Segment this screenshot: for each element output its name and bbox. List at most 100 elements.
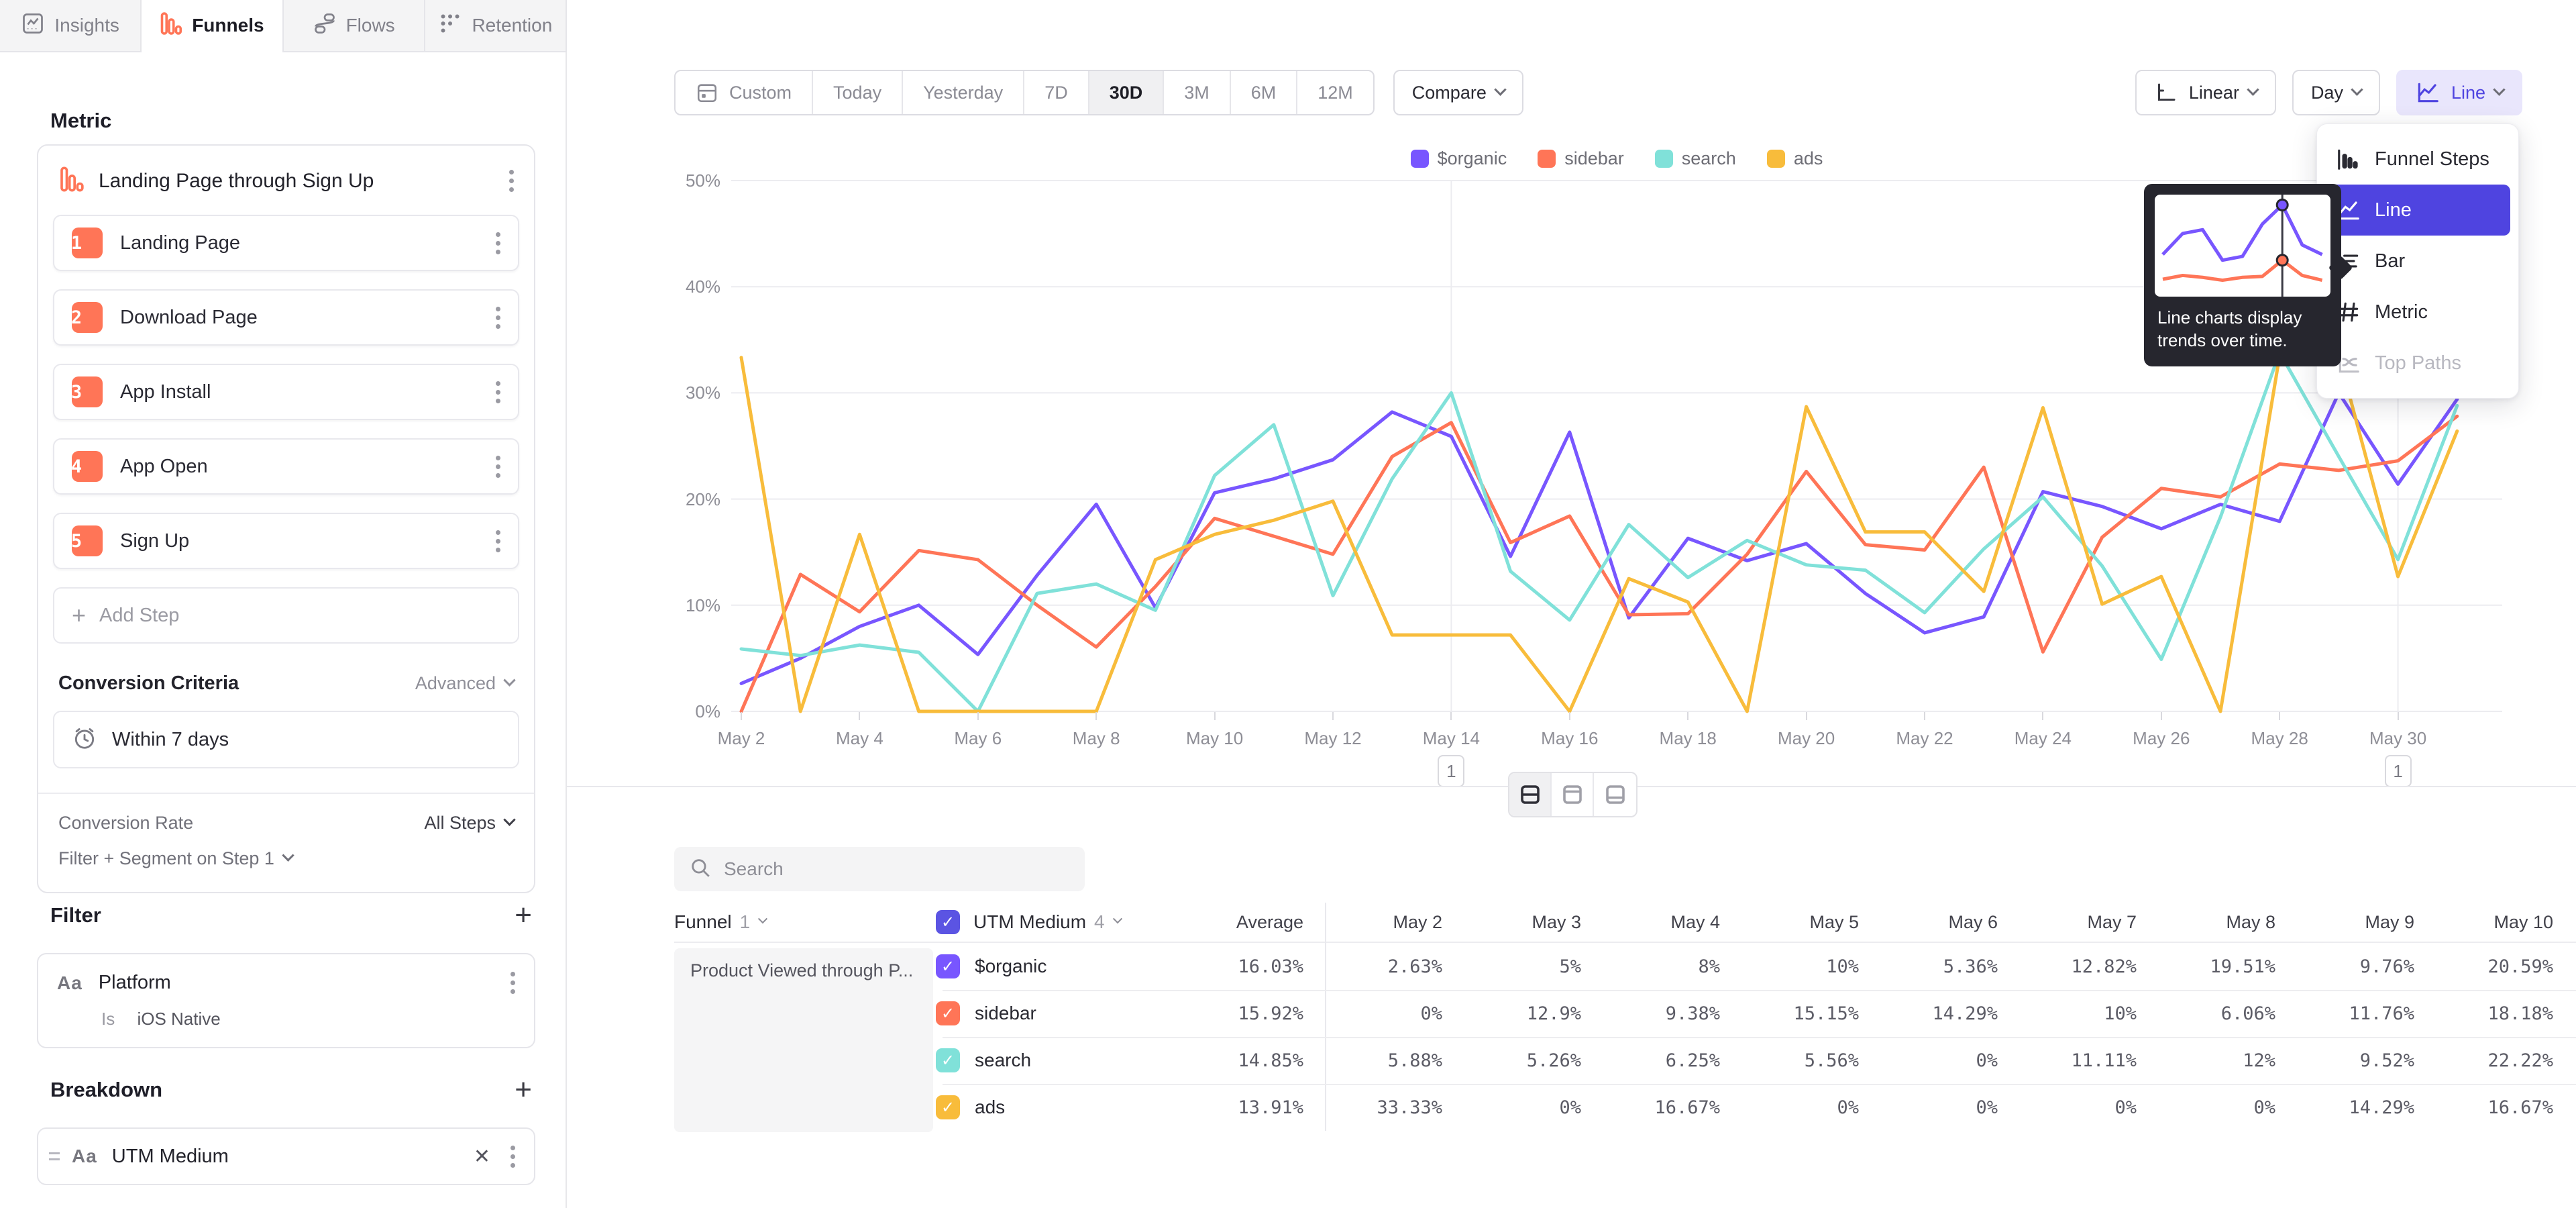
average-column-header[interactable]: Average bbox=[1157, 912, 1325, 933]
dropdown-item-bar[interactable]: Bar bbox=[2325, 236, 2510, 287]
funnel-metric-card: Landing Page through Sign Up 1 Landing P… bbox=[37, 144, 535, 893]
range-7d[interactable]: 7D bbox=[1024, 71, 1089, 114]
advanced-dropdown[interactable]: Advanced bbox=[415, 673, 514, 694]
range-today[interactable]: Today bbox=[813, 71, 903, 114]
funnel-step-3[interactable]: 3 App Install bbox=[53, 364, 519, 420]
range-3m[interactable]: 3M bbox=[1164, 71, 1231, 114]
step-menu-kebab-icon[interactable] bbox=[496, 530, 500, 552]
date-column-header: May 4 bbox=[1603, 912, 1741, 933]
x-axis-tick bbox=[977, 712, 979, 720]
range-30d[interactable]: 30D bbox=[1089, 71, 1165, 114]
funnel-metric-header[interactable]: Landing Page through Sign Up bbox=[38, 146, 534, 215]
legend-item[interactable]: search bbox=[1655, 148, 1736, 169]
step-label: Sign Up bbox=[120, 530, 496, 552]
view-tabs: Insights Funnels Flows Retention bbox=[0, 0, 567, 52]
scale-linear-button[interactable]: Linear bbox=[2135, 70, 2276, 115]
compare-button[interactable]: Compare bbox=[1393, 70, 1523, 115]
tab-funnels[interactable]: Funnels bbox=[142, 0, 283, 51]
search-input[interactable] bbox=[724, 858, 1070, 880]
y-axis-tick-label: 20% bbox=[660, 489, 720, 510]
conversion-criteria-title: Conversion Criteria bbox=[58, 672, 415, 695]
drag-handle-icon[interactable] bbox=[49, 1152, 60, 1160]
cell-value: 11.76% bbox=[2297, 1003, 2436, 1024]
table-row[interactable]: ✓$organic 16.03% 2.63% 5% 8% 10% 5.36% 1… bbox=[674, 943, 2576, 990]
funnel-step-4[interactable]: 4 App Open bbox=[53, 438, 519, 495]
series-checkbox[interactable]: ✓ bbox=[936, 954, 960, 978]
add-breakdown-button[interactable]: + bbox=[515, 1080, 532, 1100]
x-axis-tick-label: May 18 bbox=[1641, 728, 1735, 749]
x-axis-tick-label: May 22 bbox=[1878, 728, 1972, 749]
series-line-search bbox=[741, 352, 2457, 711]
conversion-window-button[interactable]: Within 7 days bbox=[53, 711, 519, 768]
cell-value: 18.18% bbox=[2436, 1003, 2575, 1024]
table-row[interactable]: ✓sidebar 15.92% 0% 12.9% 9.38% 15.15% 14… bbox=[674, 990, 2576, 1037]
step-menu-kebab-icon[interactable] bbox=[496, 307, 500, 329]
legend-item[interactable]: $organic bbox=[1411, 148, 1507, 169]
cell-value: 0% bbox=[2158, 1097, 2297, 1118]
breakdown-column-header[interactable]: ✓ UTM Medium 4 bbox=[936, 910, 1157, 934]
layout-columns-split-toggle[interactable] bbox=[1552, 773, 1594, 816]
x-axis-tick-label: May 30 bbox=[2351, 728, 2445, 749]
range-12m[interactable]: 12M bbox=[1297, 71, 1373, 114]
line-chart-icon bbox=[2415, 80, 2440, 105]
filter-operator[interactable]: Is bbox=[101, 1009, 115, 1029]
annotation-badge[interactable]: 1 bbox=[2385, 755, 2412, 787]
breakdown-menu-kebab-icon[interactable] bbox=[511, 1146, 515, 1168]
step-menu-kebab-icon[interactable] bbox=[496, 456, 500, 478]
legend-item[interactable]: sidebar bbox=[1538, 148, 1624, 169]
add-step-button[interactable]: + Add Step bbox=[53, 587, 519, 644]
table-row[interactable]: ✓search 14.85% 5.88% 5.26% 6.25% 5.56% 0… bbox=[674, 1037, 2576, 1084]
x-axis-tick-label: May 2 bbox=[694, 728, 788, 749]
conversion-window-value: Within 7 days bbox=[112, 729, 229, 751]
cell-value: 16.67% bbox=[2436, 1097, 2575, 1118]
filter-menu-kebab-icon[interactable] bbox=[511, 972, 515, 994]
dropdown-item-line[interactable]: Line bbox=[2325, 185, 2510, 236]
x-axis-tick bbox=[1806, 712, 1807, 720]
table-row[interactable]: ✓ads 13.91% 33.33% 0% 16.67% 0% 0% 0% 0%… bbox=[674, 1084, 2576, 1131]
row-separator bbox=[943, 990, 2576, 991]
all-steps-dropdown[interactable]: All Steps bbox=[424, 813, 514, 834]
chevron-down-icon bbox=[282, 849, 294, 861]
series-checkbox[interactable]: ✓ bbox=[936, 1001, 960, 1025]
funnel-step-2[interactable]: 2 Download Page bbox=[53, 289, 519, 346]
series-checkbox[interactable]: ✓ bbox=[936, 1095, 960, 1119]
remove-breakdown-icon[interactable]: ✕ bbox=[474, 1145, 490, 1168]
cell-value: 14.29% bbox=[1880, 1003, 2019, 1024]
filter-segment-dropdown[interactable]: Filter + Segment on Step 1 bbox=[38, 836, 534, 892]
dropdown-item-funnel-steps[interactable]: Funnel Steps bbox=[2325, 134, 2510, 185]
annotation-badge[interactable]: 1 bbox=[1438, 755, 1464, 787]
chart-controls: Custom Today Yesterday 7D 30D 3M 6M 12M … bbox=[674, 70, 2522, 115]
step-menu-kebab-icon[interactable] bbox=[496, 232, 500, 254]
add-filter-button[interactable]: + bbox=[515, 905, 532, 925]
select-all-checkbox[interactable]: ✓ bbox=[936, 910, 960, 934]
funnel-menu-kebab-icon[interactable] bbox=[509, 170, 514, 192]
tab-retention[interactable]: Retention bbox=[425, 0, 566, 51]
chevron-down-icon bbox=[503, 674, 515, 686]
range-yesterday[interactable]: Yesterday bbox=[903, 71, 1024, 114]
dropdown-item-metric[interactable]: Metric bbox=[2325, 287, 2510, 338]
tab-insights[interactable]: Insights bbox=[0, 0, 142, 51]
layout-bottom-drawer-toggle[interactable] bbox=[1594, 773, 1636, 816]
filter-value[interactable]: iOS Native bbox=[137, 1009, 220, 1029]
range-custom[interactable]: Custom bbox=[676, 71, 813, 114]
series-checkbox[interactable]: ✓ bbox=[936, 1048, 960, 1072]
range-6m[interactable]: 6M bbox=[1231, 71, 1298, 114]
funnel-name-cell[interactable]: Product Viewed through P... bbox=[674, 948, 933, 1132]
breakdown-section-title: Breakdown bbox=[50, 1078, 515, 1102]
step-menu-kebab-icon[interactable] bbox=[496, 381, 500, 403]
tooltip-mini-chart bbox=[2155, 195, 2330, 297]
filter-platform-card[interactable]: Aa Platform Is iOS Native bbox=[37, 953, 535, 1048]
granularity-day-button[interactable]: Day bbox=[2292, 70, 2380, 115]
legend-item[interactable]: ads bbox=[1767, 148, 1823, 169]
chart-type-line-button[interactable]: Line bbox=[2396, 70, 2522, 115]
funnel-column-header[interactable]: Funnel 1 bbox=[674, 911, 936, 933]
step-label: App Open bbox=[120, 456, 496, 478]
chevron-down-icon bbox=[758, 914, 767, 923]
funnel-step-5[interactable]: 5 Sign Up bbox=[53, 513, 519, 569]
layout-rows-split-toggle[interactable] bbox=[1509, 773, 1552, 816]
tab-flows[interactable]: Flows bbox=[284, 0, 425, 51]
cell-value: 5.56% bbox=[1741, 1050, 1880, 1071]
breakdown-utm-card[interactable]: Aa UTM Medium ✕ bbox=[37, 1127, 535, 1185]
cell-value: 16.67% bbox=[1603, 1097, 1741, 1118]
funnel-step-1[interactable]: 1 Landing Page bbox=[53, 215, 519, 271]
